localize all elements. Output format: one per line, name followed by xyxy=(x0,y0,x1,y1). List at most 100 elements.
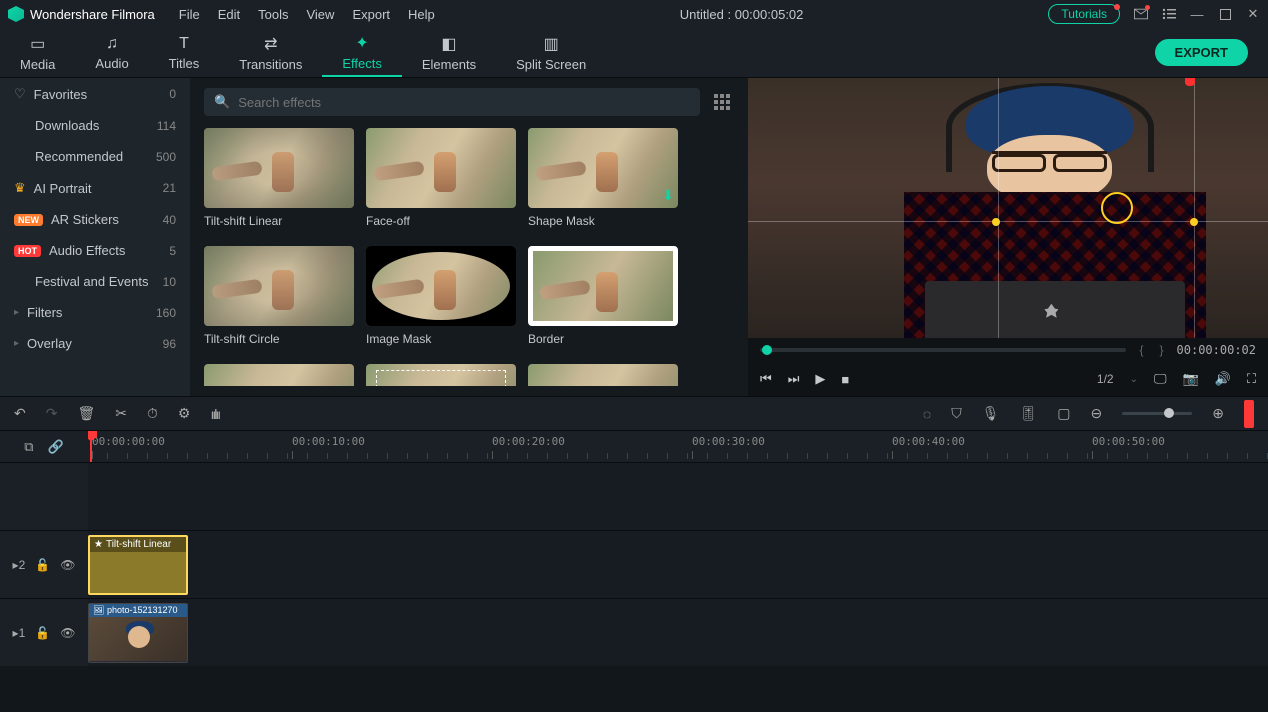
tab-audio[interactable]: ♫Audio xyxy=(75,28,148,77)
cut-button[interactable]: ✂ xyxy=(115,405,127,422)
menu-tools[interactable]: Tools xyxy=(258,7,288,22)
bracket-open-icon[interactable]: { xyxy=(1136,343,1146,357)
zoom-handle[interactable] xyxy=(1164,408,1174,418)
app-logo: Wondershare Filmora xyxy=(8,6,155,22)
text-icon: T xyxy=(179,35,189,53)
effect-item[interactable]: Border xyxy=(528,246,678,346)
image-icon: 🖼 xyxy=(93,605,104,615)
sidebar-festival[interactable]: Festival and Events10 xyxy=(0,266,190,297)
playhead[interactable] xyxy=(90,431,92,462)
snapshot-icon[interactable]: 📷 xyxy=(1183,371,1199,387)
eye-icon[interactable]: 👁 xyxy=(60,558,75,572)
tab-media[interactable]: ▭Media xyxy=(0,28,75,77)
effect-item[interactable]: Face-off xyxy=(366,128,516,228)
track-empty[interactable] xyxy=(88,463,1268,530)
eye-icon[interactable]: 👁 xyxy=(60,626,75,640)
scrub-handle[interactable] xyxy=(762,345,772,355)
effect-thumbnail xyxy=(366,128,516,208)
volume-icon[interactable]: 🔊 xyxy=(1215,371,1231,387)
tab-effects[interactable]: ✦Effects xyxy=(322,28,402,77)
heart-icon: ♡ xyxy=(14,86,26,102)
grid-view-toggle[interactable] xyxy=(710,90,734,114)
focus-ring[interactable] xyxy=(1101,192,1133,224)
tutorials-button[interactable]: Tutorials xyxy=(1048,4,1120,24)
scrub-bar[interactable] xyxy=(760,348,1126,352)
prev-frame-button[interactable]: ⏮ xyxy=(760,371,772,387)
shield-icon[interactable]: ⛉ xyxy=(951,405,962,422)
minimize-button[interactable]: — xyxy=(1190,7,1204,21)
menu-export[interactable]: Export xyxy=(352,7,390,22)
bracket-close-icon[interactable]: } xyxy=(1157,343,1167,357)
sidebar-audio-effects[interactable]: HOTAudio Effects5 xyxy=(0,235,190,266)
marker-icon xyxy=(1185,78,1195,86)
effect-item[interactable] xyxy=(528,364,678,386)
search-box[interactable]: 🔍 xyxy=(204,88,700,116)
stop-button[interactable]: ■ xyxy=(841,372,849,387)
adjust-button[interactable]: ⚙ xyxy=(178,405,191,422)
zoom-out-button[interactable]: ⊖ xyxy=(1091,405,1103,422)
marker-button[interactable]: ▢ xyxy=(1057,405,1070,422)
effect-item[interactable]: ⬇ Shape Mask xyxy=(528,128,678,228)
lock-icon[interactable]: 🔓 xyxy=(35,626,50,640)
title-bar: Wondershare Filmora File Edit Tools View… xyxy=(0,0,1268,28)
sidebar-filters[interactable]: ▸Filters160 xyxy=(0,297,190,328)
redo-button[interactable]: ↷ xyxy=(46,405,58,422)
mic-icon[interactable]: 🎙 xyxy=(982,405,1000,422)
logo-icon xyxy=(8,6,24,22)
mixer-icon[interactable]: 🎚 xyxy=(1020,405,1038,422)
sidebar-recommended[interactable]: Recommended500 xyxy=(0,141,190,172)
effect-item[interactable]: Tilt-shift Circle xyxy=(204,246,354,346)
export-button[interactable]: EXPORT xyxy=(1155,39,1248,66)
sidebar-ai-portrait[interactable]: ♛AI Portrait21 xyxy=(0,172,190,204)
maximize-button[interactable] xyxy=(1218,7,1232,21)
zoom-slider[interactable] xyxy=(1122,412,1192,415)
audio-wave-button[interactable]: ıılıı xyxy=(210,406,219,422)
timeline-ruler[interactable]: 00:00:00:00 00:00:10:00 00:00:20:00 00:0… xyxy=(88,431,1268,462)
zoom-in-button[interactable]: ⊕ xyxy=(1212,405,1224,422)
list-icon[interactable] xyxy=(1162,7,1176,21)
effect-item[interactable]: Image Mask xyxy=(366,246,516,346)
tab-elements[interactable]: ◧Elements xyxy=(402,28,496,77)
effect-clip[interactable]: ★Tilt-shift Linear xyxy=(88,535,188,595)
speed-button[interactable]: ⏱ xyxy=(147,405,158,422)
tab-transitions[interactable]: ⇄Transitions xyxy=(219,28,322,77)
lock-icon[interactable]: 🔓 xyxy=(35,558,50,572)
menu-view[interactable]: View xyxy=(306,7,334,22)
sidebar-downloads[interactable]: Downloads114 xyxy=(0,110,190,141)
menu-file[interactable]: File xyxy=(179,7,200,22)
effect-label: Tilt-shift Linear xyxy=(204,214,354,228)
effect-label: Shape Mask xyxy=(528,214,678,228)
close-button[interactable]: ✕ xyxy=(1246,7,1260,21)
undo-button[interactable]: ↶ xyxy=(14,405,26,422)
effects-panel: 🔍 Tilt-shift Linear Face-off ⬇ Shape Mask Ti… xyxy=(190,78,748,396)
mail-icon[interactable] xyxy=(1134,7,1148,21)
effect-item[interactable] xyxy=(204,364,354,386)
video-clip[interactable]: 🖼 photo-152131270 xyxy=(88,603,188,663)
download-icon[interactable]: ⬇ xyxy=(662,187,674,204)
sidebar-overlay[interactable]: ▸Overlay96 xyxy=(0,328,190,359)
fullscreen-icon[interactable]: ⛶ xyxy=(1247,371,1256,387)
next-frame-button[interactable]: ⏭ xyxy=(788,371,800,387)
tab-titles[interactable]: TTitles xyxy=(149,28,220,77)
tab-split-screen[interactable]: ▥Split Screen xyxy=(496,28,606,77)
display-icon[interactable]: 🖵 xyxy=(1154,371,1167,387)
preview-viewport[interactable] xyxy=(748,78,1268,338)
sidebar-ar-stickers[interactable]: NEWAR Stickers40 xyxy=(0,204,190,235)
play-button[interactable]: ▶ xyxy=(815,371,825,387)
effect-thumbnail xyxy=(366,364,516,386)
timeline-options-icon[interactable]: ⧉ xyxy=(24,439,33,455)
track-1: ▸1🔓👁 🖼 photo-152131270 xyxy=(0,598,1268,666)
project-title: Untitled : 00:00:05:02 xyxy=(435,7,1049,22)
sidebar-favorites[interactable]: ♡Favorites0 xyxy=(0,78,190,110)
menu-edit[interactable]: Edit xyxy=(218,7,240,22)
menu-help[interactable]: Help xyxy=(408,7,435,22)
preview-ratio[interactable]: 1/2 xyxy=(1097,372,1114,386)
effect-item[interactable] xyxy=(366,364,516,386)
link-icon[interactable]: 🔗 xyxy=(48,439,64,455)
module-tabs: ▭Media ♫Audio TTitles ⇄Transitions ✦Effe… xyxy=(0,28,1268,78)
render-icon[interactable]: ◌ xyxy=(923,406,931,422)
delete-button[interactable]: 🗑 xyxy=(77,405,95,422)
search-input[interactable] xyxy=(238,95,690,110)
ratio-dropdown[interactable]: ⌄ xyxy=(1130,374,1138,385)
effect-item[interactable]: Tilt-shift Linear xyxy=(204,128,354,228)
